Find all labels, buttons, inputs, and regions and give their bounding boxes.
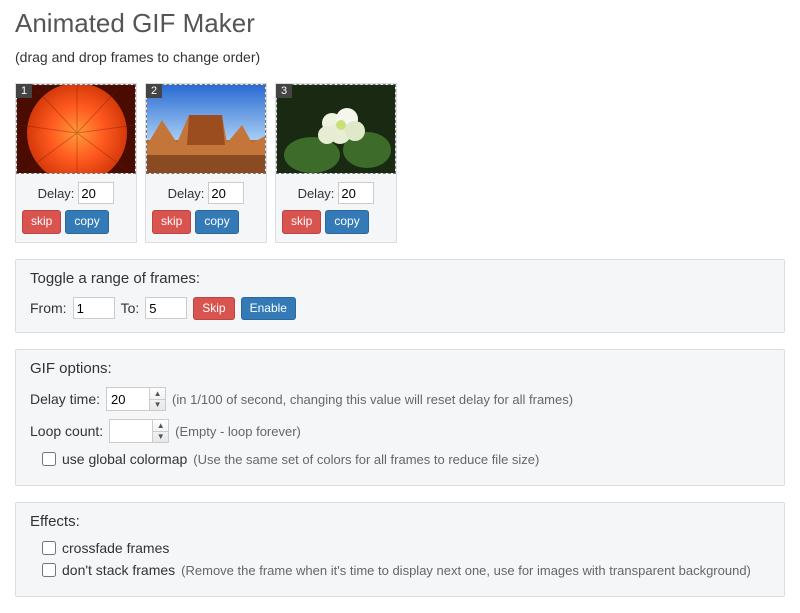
frame-index-badge: 2 (146, 84, 162, 98)
from-label: From: (30, 300, 67, 316)
frame-card[interactable]: 1 Dela (15, 83, 137, 243)
global-colormap-hint: (Use the same set of colors for all fram… (193, 452, 539, 467)
to-label: To: (121, 300, 140, 316)
effects-panel: Effects: crossfade frames don't stack fr… (15, 502, 785, 597)
crossfade-checkbox[interactable] (42, 541, 56, 555)
global-colormap-label: use global colormap (62, 451, 187, 467)
frame-skip-button[interactable]: skip (22, 210, 61, 234)
delay-time-hint: (in 1/100 of second, changing this value… (172, 392, 573, 407)
frame-thumbnail[interactable] (16, 84, 136, 174)
frame-delay-input[interactable] (208, 182, 244, 204)
range-skip-button[interactable]: Skip (193, 297, 234, 321)
frame-delay-label: Delay: (38, 186, 75, 201)
toggle-range-panel: Toggle a range of frames: From: To: Skip… (15, 259, 785, 334)
frame-card[interactable]: 3 Delay: skip copy (275, 83, 397, 243)
frame-delay-input[interactable] (338, 182, 374, 204)
delay-time-input[interactable] (107, 388, 149, 410)
dont-stack-label: don't stack frames (62, 562, 175, 578)
frame-delay-label: Delay: (168, 186, 205, 201)
gif-options-panel: GIF options: Delay time: ▲ ▼ (in 1/100 o… (15, 349, 785, 486)
delay-time-label: Delay time: (30, 391, 100, 407)
frame-delay-label: Delay: (298, 186, 335, 201)
page-title: Animated GIF Maker (15, 8, 785, 39)
stepper-down-icon[interactable]: ▼ (150, 400, 165, 411)
frame-skip-button[interactable]: skip (152, 210, 191, 234)
loop-count-input[interactable] (110, 420, 152, 442)
frame-thumbnail[interactable] (276, 84, 396, 174)
frame-index-badge: 1 (16, 84, 32, 98)
frame-copy-button[interactable]: copy (195, 210, 238, 234)
to-input[interactable] (145, 297, 187, 319)
delay-time-stepper[interactable]: ▲ ▼ (106, 387, 166, 411)
frames-container: 1 Dela (15, 83, 785, 243)
frame-delay-input[interactable] (78, 182, 114, 204)
frame-skip-button[interactable]: skip (282, 210, 321, 234)
range-enable-button[interactable]: Enable (241, 297, 296, 321)
frame-index-badge: 3 (276, 84, 292, 98)
dont-stack-hint: (Remove the frame when it's time to disp… (181, 563, 751, 578)
frame-card[interactable]: 2 Delay: skip copy (145, 83, 267, 243)
loop-count-stepper[interactable]: ▲ ▼ (109, 419, 169, 443)
gif-options-title: GIF options: (30, 360, 770, 377)
frame-copy-button[interactable]: copy (325, 210, 368, 234)
stepper-up-icon[interactable]: ▲ (150, 388, 165, 400)
stepper-up-icon[interactable]: ▲ (153, 420, 168, 432)
frame-thumbnail[interactable] (146, 84, 266, 174)
loop-count-label: Loop count: (30, 423, 103, 439)
frame-copy-button[interactable]: copy (65, 210, 108, 234)
effects-title: Effects: (30, 513, 770, 530)
from-input[interactable] (73, 297, 115, 319)
subtitle: (drag and drop frames to change order) (15, 49, 785, 65)
loop-count-hint: (Empty - loop forever) (175, 424, 301, 439)
stepper-down-icon[interactable]: ▼ (153, 432, 168, 443)
global-colormap-checkbox[interactable] (42, 452, 56, 466)
toggle-range-title: Toggle a range of frames: (30, 270, 770, 287)
crossfade-label: crossfade frames (62, 540, 169, 556)
dont-stack-checkbox[interactable] (42, 563, 56, 577)
